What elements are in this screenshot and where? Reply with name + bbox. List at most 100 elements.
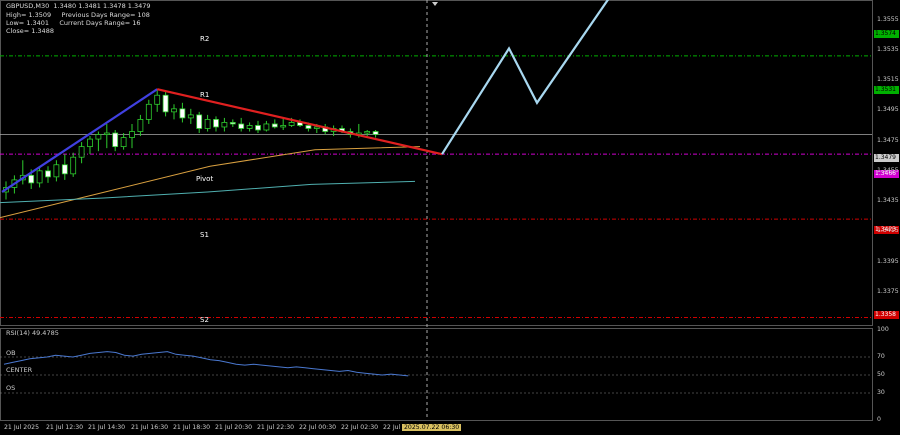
s2-label: S2 (200, 316, 209, 324)
candle-body (364, 131, 371, 134)
candle-body (78, 146, 85, 158)
price-axis-label: 1.3435 (877, 197, 899, 205)
shift-marker-icon (432, 2, 438, 6)
candle (263, 120, 270, 132)
candle-body (179, 108, 186, 119)
candle-body (61, 164, 68, 175)
symbol-line: GBPUSD,M30 1.3480 1.3481 1.3478 1.3479 (6, 2, 151, 10)
candle-body (263, 123, 270, 131)
candle (120, 133, 127, 150)
candle (78, 142, 85, 164)
price-axis-label: 1.3455 (877, 166, 899, 174)
main-panel-border (0, 0, 873, 326)
rsi-title: RSI(14) 49.4785 (6, 329, 59, 337)
candle-body (145, 103, 152, 120)
candle-body (196, 114, 203, 129)
time-axis-label: 22 Jul 00:30 (299, 424, 337, 431)
candle-body (36, 170, 43, 184)
candle (162, 90, 169, 117)
time-axis-label: 2025.07.22 06:30 (402, 424, 462, 431)
time-axis-label: 21 Jul 14:30 (88, 424, 126, 431)
rsi-axis-label: 100 (877, 326, 889, 333)
trend-up-line (1, 88, 158, 193)
s2-price-tag: 1.3358 (874, 311, 899, 319)
candle-body (305, 125, 312, 129)
candle (171, 104, 177, 120)
r2-label: R2 (200, 35, 210, 43)
candle (19, 160, 26, 185)
candle (364, 130, 371, 137)
price-axis-label: 1.3515 (877, 76, 899, 84)
price-chart-canvas[interactable] (0, 0, 900, 435)
candle (280, 117, 287, 130)
rsi-axis-label: 70 (877, 353, 885, 360)
price-axis-label: 1.3495 (877, 106, 899, 114)
candle-body (87, 138, 93, 148)
candle (53, 160, 60, 182)
projection-line (441, 0, 610, 155)
candle (255, 120, 261, 134)
trend-lines (1, 88, 443, 193)
time-axis-label: 21 Jul 12:30 (46, 424, 84, 431)
candle (45, 166, 51, 183)
candle (154, 89, 161, 112)
price-axis-label: 1.3475 (877, 136, 899, 144)
candle (70, 152, 77, 177)
rsi-axis-label: 0 (877, 416, 881, 423)
time-axis-label: 22 Jul (383, 424, 401, 431)
candle (271, 119, 278, 129)
candle (179, 102, 186, 123)
candle (95, 131, 102, 152)
candle (137, 114, 144, 137)
price-axis-label: 1.3375 (877, 287, 899, 295)
candle-body (112, 132, 119, 148)
price-axis-label: 1.3415 (877, 227, 899, 235)
rsi-axis-label: 30 (877, 389, 885, 396)
chart-window[interactable]: GBPUSD,M30 1.3480 1.3481 1.3478 1.3479 H… (0, 0, 900, 435)
candle (322, 123, 329, 135)
candle-body (53, 164, 60, 178)
rsi-line (3, 351, 409, 377)
low-line: Low= 1.3401 Current Days Range= 16 (6, 19, 141, 27)
projection (441, 0, 610, 155)
candle-body (70, 156, 77, 175)
current-price-tag: 1.3479 (874, 154, 899, 162)
candle-body (280, 125, 287, 128)
candle (372, 130, 379, 138)
candle (229, 119, 236, 127)
r1-price-tag: 1.3531 (874, 86, 899, 94)
candle-body (271, 123, 278, 128)
time-axis-label: 21 Jul 16:30 (131, 424, 169, 431)
time-axis-label: 21 Jul 20:30 (215, 424, 253, 431)
candle (103, 123, 110, 149)
candle-body (372, 131, 379, 135)
candle-body (45, 170, 51, 178)
candle-body (129, 131, 135, 138)
candle (238, 117, 245, 132)
rsi-panel (0, 351, 872, 394)
candle-body (154, 94, 161, 105)
s1-label: S1 (200, 231, 209, 239)
candle-body (255, 125, 261, 131)
candle (196, 111, 203, 134)
candle-body (213, 119, 219, 128)
fast-ma-line (0, 180, 416, 204)
time-axis-label: 21 Jul 2025 (4, 424, 40, 431)
candle-body (162, 94, 169, 113)
pivot-label: Pivot (196, 175, 214, 183)
time-axis-label: 21 Jul 22:30 (257, 424, 295, 431)
candle-body (103, 132, 110, 135)
candle (61, 154, 68, 180)
r1-label: R1 (200, 91, 210, 99)
candle-body (171, 108, 177, 113)
candle (221, 117, 228, 132)
rsi-os-label: OS (6, 384, 16, 392)
candle-body (313, 126, 320, 129)
rsi-center-label: CENTER (6, 366, 33, 374)
candle-body (95, 134, 102, 140)
candle-body (187, 114, 194, 119)
rsi-axis-label: 50 (877, 371, 885, 378)
candle (112, 130, 119, 152)
candle-body (229, 122, 236, 125)
candle (87, 136, 93, 155)
